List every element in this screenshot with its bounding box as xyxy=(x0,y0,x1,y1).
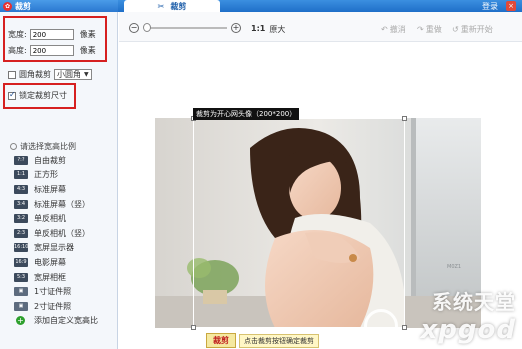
close-button[interactable]: × xyxy=(506,1,516,11)
ratio-item-3-2[interactable]: 3:2 单反相机 xyxy=(14,211,114,226)
crop-frame[interactable] xyxy=(191,116,407,330)
lock-size-row: 锁定裁剪尺寸 xyxy=(8,90,67,101)
zoom-original-button[interactable]: 1:1 原大 xyxy=(251,24,285,35)
width-row: 宽度: 像素 xyxy=(8,29,96,40)
ratio-item-1inch-id[interactable]: ▣ 1寸证件照 xyxy=(14,284,114,299)
dropdown-arrow-icon: ▼ xyxy=(84,71,89,78)
id-photo-icon: ▣ xyxy=(14,301,28,311)
width-input[interactable] xyxy=(29,29,74,40)
tab-crop[interactable]: ✂ 裁剪 xyxy=(124,0,220,12)
round-crop-checkbox[interactable] xyxy=(8,70,16,79)
ratio-item-add-custom[interactable]: + 添加自定义宽高比 xyxy=(14,314,114,329)
ratio-title-icon xyxy=(10,143,17,150)
undo-button[interactable]: ↶ 撤消 xyxy=(381,24,406,35)
ratio-free-icon: ?:? xyxy=(14,155,28,165)
ratio-5-3-icon: 5:3 xyxy=(14,272,28,282)
ratio-label: 单反相机（竖） xyxy=(34,228,90,238)
watermark: 系统天堂 xpgod xyxy=(421,286,516,345)
height-row: 高度: 像素 xyxy=(8,45,96,56)
watermark-top: 系统天堂 xyxy=(432,290,516,314)
scissors-icon: ✂ xyxy=(157,1,165,11)
redo-button[interactable]: ↷ 重做 xyxy=(417,24,442,35)
add-icon: + xyxy=(16,316,25,326)
crop-hint: 点击裁剪按钮确定裁剪 xyxy=(239,333,319,348)
ratio-16-9-icon: 16:9 xyxy=(14,257,28,267)
restart-button[interactable]: ↺ 重新开始 xyxy=(452,24,493,35)
ratio-label: 添加自定义宽高比 xyxy=(34,316,98,326)
height-input[interactable] xyxy=(29,45,74,56)
ratio-item-16-10[interactable]: 16:10 宽屏显示器 xyxy=(14,241,114,256)
id-photo-icon: ▣ xyxy=(14,287,28,297)
ratio-label: 电影屏幕 xyxy=(34,257,66,267)
zoom-ratio: 1:1 xyxy=(251,24,266,33)
round-select[interactable]: 小圆角 ▼ xyxy=(54,69,92,80)
ratio-label: 1寸证件照 xyxy=(34,287,72,297)
crop-button[interactable]: 裁剪 xyxy=(206,333,236,348)
crop-actions: 裁剪 点击裁剪按钮确定裁剪 xyxy=(206,333,319,348)
photo-mark: M0Z1 xyxy=(447,264,461,270)
undo-icon: ↶ xyxy=(381,25,388,34)
ratio-label: 宽屏显示器 xyxy=(34,243,74,253)
ratio-item-2-3[interactable]: 2:3 单反相机（竖） xyxy=(14,226,114,241)
ratio-title-text: 请选择宽高比例 xyxy=(20,142,76,151)
window-controls: 登录 × xyxy=(482,0,516,12)
crop-handle-bottom-right[interactable] xyxy=(402,325,407,330)
restart-label: 重新开始 xyxy=(460,25,493,34)
crop-handle-top-right[interactable] xyxy=(402,116,407,121)
ratio-label: 宽屏相框 xyxy=(34,272,66,282)
height-unit: 像素 xyxy=(79,46,96,55)
watermark-logo-icon xyxy=(364,309,398,343)
ratio-item-free[interactable]: ?:? 自由裁剪 xyxy=(14,153,114,168)
restart-icon: ↺ xyxy=(452,25,459,34)
ratio-3-4-icon: 3:4 xyxy=(14,199,28,209)
main-area: − + 1:1 原大 ↶ 撤消 ↷ 重做 ↺ 重新开始 M0Z1 裁剪为开心网头… xyxy=(119,12,522,349)
ratio-16-10-icon: 16:10 xyxy=(14,243,29,253)
ratio-item-4-3[interactable]: 4:3 标准屏幕 xyxy=(14,182,114,197)
app-title: 裁剪 xyxy=(15,1,31,11)
ratio-label: 标准屏幕 xyxy=(34,184,66,194)
width-unit: 像素 xyxy=(79,30,96,39)
round-select-value: 小圆角 xyxy=(57,70,81,79)
crop-tooltip: 裁剪为开心网头像（200*200） xyxy=(193,108,300,120)
zoom-slider-track[interactable] xyxy=(145,27,227,29)
ratio-label: 自由裁剪 xyxy=(34,155,66,165)
ratio-4-3-icon: 4:3 xyxy=(14,184,28,194)
zoom-out-icon[interactable]: − xyxy=(129,23,139,33)
watermark-bottom: xpgod xyxy=(420,315,516,345)
app-title-area: ✿ 裁剪 xyxy=(0,0,118,12)
ratio-1-1-icon: 1:1 xyxy=(14,170,28,180)
tab-crop-label: 裁剪 xyxy=(170,1,187,11)
ratio-item-square[interactable]: 1:1 正方形 xyxy=(14,168,114,183)
app-logo-icon: ✿ xyxy=(3,1,12,11)
lock-size-checkbox[interactable] xyxy=(8,90,16,100)
ratio-title: 请选择宽高比例 xyxy=(10,141,76,152)
redo-icon: ↷ xyxy=(417,25,424,34)
lock-size-label: 锁定裁剪尺寸 xyxy=(19,91,67,100)
ratio-3-2-icon: 3:2 xyxy=(14,214,28,224)
login-link[interactable]: 登录 xyxy=(482,1,498,12)
left-panel: 宽度: 像素 高度: 像素 圆角裁剪 小圆角 ▼ 锁定裁剪尺寸 请选择宽高比例 … xyxy=(0,12,118,349)
width-label: 宽度: xyxy=(8,30,27,39)
redo-label: 重做 xyxy=(425,25,442,34)
zoom-text: 原大 xyxy=(269,25,286,34)
height-label: 高度: xyxy=(8,46,27,55)
ratio-label: 2寸证件照 xyxy=(34,301,72,311)
toolbar: − + 1:1 原大 ↶ 撤消 ↷ 重做 ↺ 重新开始 xyxy=(119,12,522,42)
round-crop-row: 圆角裁剪 小圆角 ▼ xyxy=(8,69,92,80)
ratio-item-3-4[interactable]: 3:4 标准屏幕（竖） xyxy=(14,197,114,212)
round-crop-label: 圆角裁剪 xyxy=(19,70,51,79)
ratio-list: ?:? 自由裁剪 1:1 正方形 4:3 标准屏幕 3:4 标准屏幕（竖） 3:… xyxy=(14,153,114,328)
ratio-label: 单反相机 xyxy=(34,214,66,224)
title-bar: ✿ 裁剪 ✂ 裁剪 登录 × xyxy=(0,0,522,12)
ratio-label: 标准屏幕（竖） xyxy=(34,199,90,209)
zoom-slider-thumb[interactable] xyxy=(143,23,151,32)
undo-label: 撤消 xyxy=(389,25,406,34)
ratio-item-16-9[interactable]: 16:9 电影屏幕 xyxy=(14,255,114,270)
crop-handle-bottom-left[interactable] xyxy=(191,325,196,330)
ratio-item-5-3[interactable]: 5:3 宽屏相框 xyxy=(14,270,114,285)
zoom-in-icon[interactable]: + xyxy=(231,23,241,33)
ratio-label: 正方形 xyxy=(34,170,58,180)
ratio-2-3-icon: 2:3 xyxy=(14,228,28,238)
ratio-item-2inch-id[interactable]: ▣ 2寸证件照 xyxy=(14,299,114,314)
